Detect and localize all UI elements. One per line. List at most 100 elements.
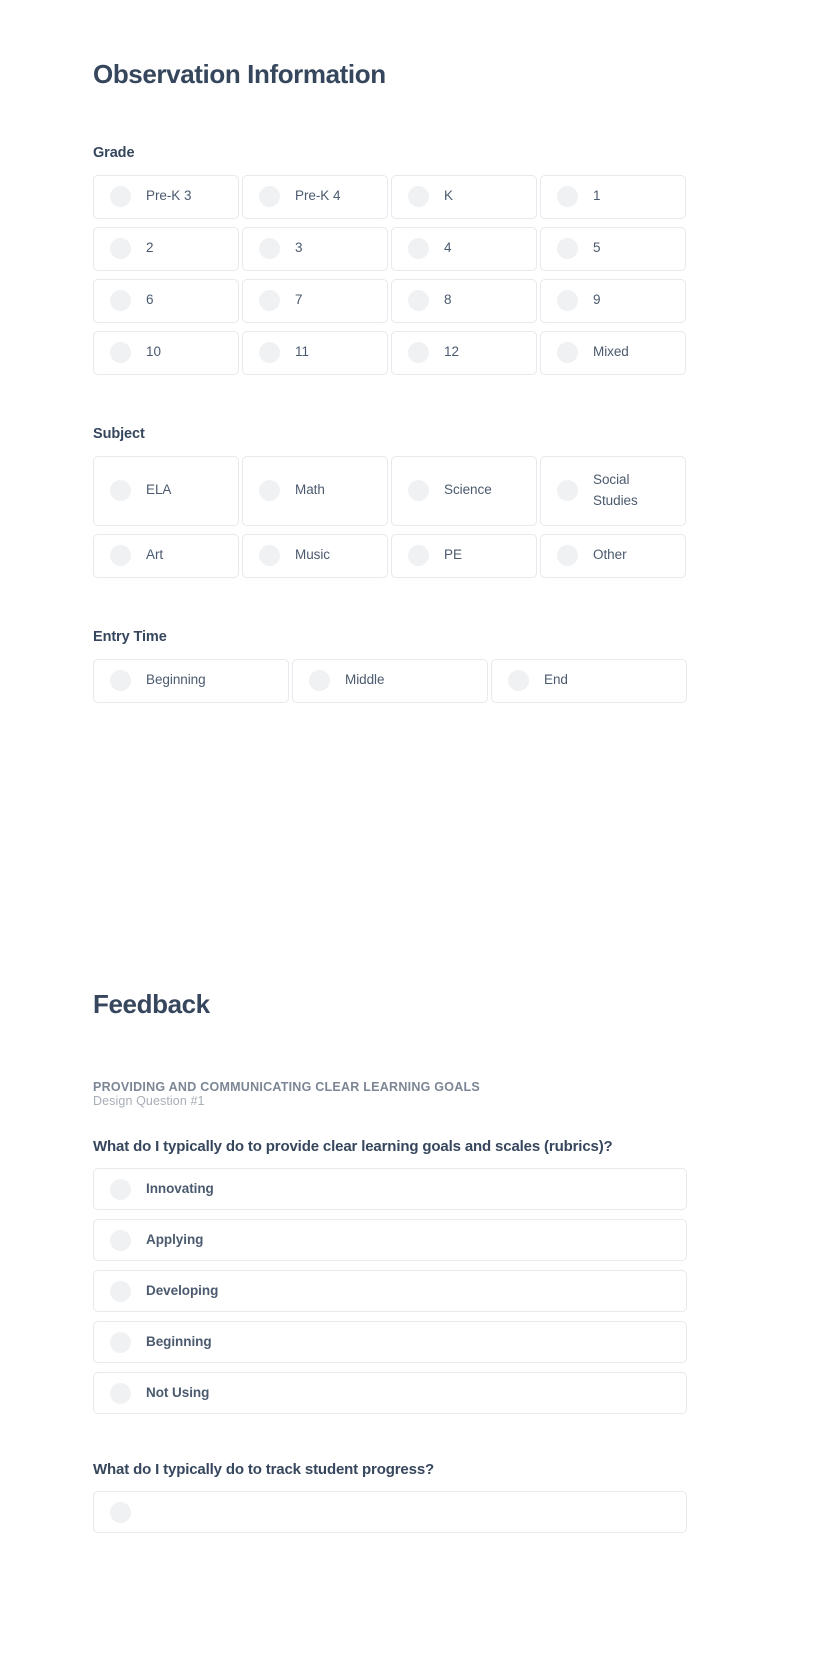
radio-icon [408,290,429,312]
subject-option-grid: ELA Math Science Social Studies Art Musi… [93,455,687,586]
option-label: Not Using [146,1384,210,1400]
option-label: Beginning [146,672,206,688]
entry-time-option-middle[interactable]: Middle [292,658,488,703]
option-label: Pre-K 4 [295,188,341,204]
observation-form-page: Observation Information Grade Pre-K 3 Pr… [0,0,840,1680]
radio-icon [110,545,131,567]
radio-icon [259,342,280,364]
option-label: 7 [295,292,303,308]
option-label: Social Studies [593,471,638,508]
design-question-heading: PROVIDING AND COMMUNICATING CLEAR LEARNI… [93,1080,480,1095]
radio-icon [110,480,131,502]
q1-option-innovating[interactable]: Innovating [93,1168,687,1211]
radio-icon [557,342,578,364]
q1-option-developing[interactable]: Developing [93,1270,687,1313]
option-label: Pre-K 3 [146,188,192,204]
question-1-text: What do I typically do to provide clear … [93,1138,613,1156]
design-question-subheading: Design Question #1 [93,1094,205,1109]
grade-option-7[interactable]: 7 [242,278,388,323]
radio-icon [259,290,280,312]
radio-icon [110,186,131,208]
q2-option-first[interactable] [93,1491,687,1534]
grade-option-pre-k-4[interactable]: Pre-K 4 [242,174,388,219]
option-label: End [544,672,568,688]
subject-option-art[interactable]: Art [93,533,239,578]
form-content: Observation Information Grade Pre-K 3 Pr… [93,0,687,1542]
grade-option-10[interactable]: 10 [93,330,239,375]
grade-label: Grade [93,144,135,161]
subject-option-science[interactable]: Science [391,455,537,526]
radio-icon [557,480,578,502]
option-label: 3 [295,240,303,256]
option-label: 6 [146,292,154,308]
option-label: 10 [146,344,161,360]
grade-option-3[interactable]: 3 [242,226,388,271]
q1-option-beginning[interactable]: Beginning [93,1321,687,1364]
option-label: 11 [295,344,309,360]
subject-option-ela[interactable]: ELA [93,455,239,526]
option-label: Art [146,547,164,563]
option-label: 9 [593,292,601,308]
radio-icon [110,1229,131,1251]
subject-option-pe[interactable]: PE [391,533,537,578]
subject-option-music[interactable]: Music [242,533,388,578]
grade-option-8[interactable]: 8 [391,278,537,323]
radio-icon [408,545,429,567]
subject-option-math[interactable]: Math [242,455,388,526]
radio-icon [259,186,280,208]
grade-option-k[interactable]: K [391,174,537,219]
option-label: 1 [593,188,601,204]
option-label: Beginning [146,1333,212,1349]
entry-time-label: Entry Time [93,628,167,645]
question-2-option-list [93,1491,687,1534]
grade-option-1[interactable]: 1 [540,174,686,219]
option-label: Music [295,547,331,563]
feedback-title: Feedback [93,988,210,1019]
spacer-after-title [93,89,687,145]
subject-option-social-studies[interactable]: Social Studies [540,455,686,526]
spacer-top [93,0,687,60]
option-label: 12 [444,344,459,360]
grade-option-4[interactable]: 4 [391,226,537,271]
q1-option-applying[interactable]: Applying [93,1219,687,1262]
grade-option-mixed[interactable]: Mixed [540,330,686,375]
entry-time-option-end[interactable]: End [491,658,687,703]
option-label: 4 [444,240,452,256]
radio-icon [110,1280,131,1302]
grade-option-6[interactable]: 6 [93,278,239,323]
option-label: 5 [593,240,601,256]
option-label: Science [444,482,492,498]
grade-option-11[interactable]: 11 [242,330,388,375]
radio-icon [309,670,330,692]
radio-icon [110,1501,131,1523]
radio-icon [259,238,280,260]
radio-icon [508,670,529,692]
grade-option-grid: Pre-K 3 Pre-K 4 K 1 2 3 4 5 6 7 8 9 10 1… [93,174,687,383]
radio-icon [110,670,131,692]
option-label: Developing [146,1282,219,1298]
radio-icon [259,545,280,567]
grade-option-pre-k-3[interactable]: Pre-K 3 [93,174,239,219]
grade-option-5[interactable]: 5 [540,226,686,271]
grade-option-9[interactable]: 9 [540,278,686,323]
entry-time-option-beginning[interactable]: Beginning [93,658,289,703]
grade-option-12[interactable]: 12 [391,330,537,375]
q1-option-not-using[interactable]: Not Using [93,1372,687,1415]
option-label: ELA [146,482,172,498]
radio-icon [408,238,429,260]
radio-icon [557,545,578,567]
radio-icon [110,290,131,312]
spacer-section-break [93,711,687,990]
subject-option-other[interactable]: Other [540,533,686,578]
option-label: 2 [146,240,154,256]
grade-option-2[interactable]: 2 [93,226,239,271]
